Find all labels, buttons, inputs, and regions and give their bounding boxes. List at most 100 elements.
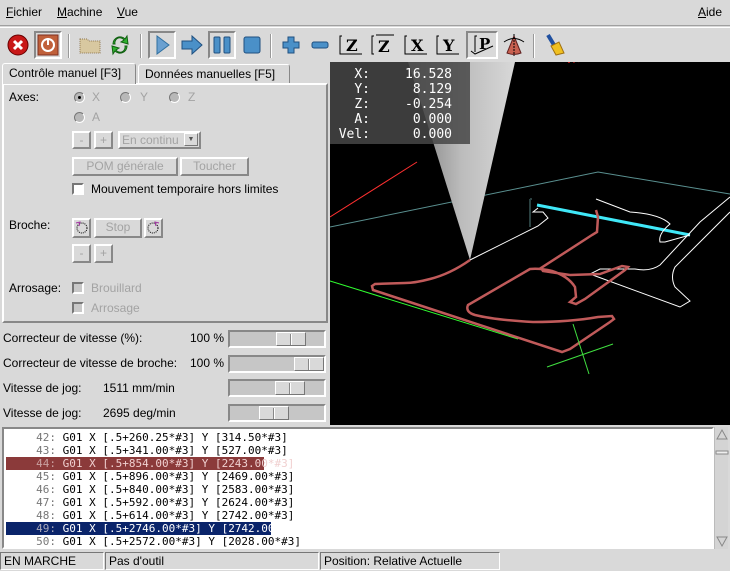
home-all-button[interactable]: POM générale (72, 157, 178, 176)
dro-axis: A: (354, 112, 370, 127)
spindle-override-slider[interactable] (228, 355, 326, 373)
menu-aide[interactable]: Aide (698, 5, 722, 19)
open-file-button[interactable] (76, 31, 104, 59)
pause-icon (213, 36, 231, 54)
rotate-view-button[interactable] (500, 31, 528, 59)
dro-axis: Z: (354, 97, 370, 112)
origin-marker-y (572, 323, 590, 375)
mist-checkbox[interactable] (72, 282, 84, 294)
override-limits-checkbox[interactable] (72, 183, 84, 195)
scrollbar-graphics (715, 428, 729, 548)
feed-override-slider[interactable] (228, 330, 326, 348)
view-z-button[interactable]: Z (337, 31, 365, 59)
slider-thumb[interactable] (294, 357, 324, 371)
jog-plus-button[interactable]: + (94, 131, 113, 149)
slider-thumb[interactable] (274, 381, 305, 395)
dro-row-vel: Vel: 0.000 (332, 127, 452, 142)
gcode-line-text: G01 X [.5+341.00*#3] Y [527.00*#3] (62, 444, 288, 457)
zoom-in-button[interactable] (277, 31, 305, 59)
status-bar: EN MARCHE Pas d'outil Position: Relative… (0, 551, 730, 571)
toolpath-preview-3d[interactable]: X: 16.528 Y: 8.129 Z: -0.254 A: 0.000 Vel: 0.… (330, 62, 730, 425)
gcode-line-number: 45: (36, 470, 56, 483)
gcode-line-executing[interactable]: 44: G01 X [.5+854.00*#3] Y [2243.00*#3] (6, 457, 294, 470)
tab-mdi[interactable]: Données manuelles [F5] (138, 64, 290, 84)
jog-speed-label: Vitesse de jog: (3, 381, 82, 395)
jog-speed-slider[interactable] (228, 379, 326, 397)
flood-checkbox[interactable] (72, 302, 84, 314)
axis-y-radio[interactable] (120, 92, 131, 103)
view-z-rotated-button[interactable]: Z (369, 31, 397, 59)
spindle-stop-button[interactable]: Stop (94, 218, 142, 238)
spindle-cw-button[interactable] (144, 218, 163, 238)
stop-button[interactable] (238, 31, 266, 59)
manual-control-panel: Axes: X Y Z A - + En continu ▼ POM génér… (2, 83, 328, 323)
view-y-button[interactable]: Y (434, 31, 462, 59)
svg-text:Y: Y (442, 36, 455, 55)
machine-power-button[interactable] (34, 31, 62, 59)
clear-backplot-button[interactable] (540, 31, 568, 59)
slider-thumb[interactable] (258, 406, 289, 420)
gcode-line-number: 48: (36, 509, 56, 522)
gcode-line[interactable]: 42: G01 X [.5+260.25*#3] Y [314.50*#3] (6, 431, 288, 444)
jog-minus-button[interactable]: - (72, 131, 91, 149)
view-p-button[interactable]: P (466, 31, 498, 59)
spindle-ccw-button[interactable] (72, 218, 91, 238)
tab-label: Contrôle manuel [F3] (9, 66, 122, 80)
gcode-line[interactable]: 48: G01 X [.5+614.00*#3] Y [2742.00*#3] (6, 509, 294, 522)
menu-mnemonic: A (698, 5, 707, 19)
folder-icon (79, 38, 101, 54)
pause-button[interactable] (208, 31, 236, 59)
view-p-icon: P (470, 35, 494, 55)
gcode-line-text: G01 X [.5+854.00*#3] Y [2243.00*#3] (62, 457, 295, 470)
zoom-out-button[interactable] (306, 31, 334, 59)
reload-icon (111, 34, 129, 56)
angular-jog-speed-slider[interactable] (228, 404, 326, 422)
gcode-line-text: G01 X [.5+260.25*#3] Y [314.50*#3] (62, 431, 288, 444)
gcode-line-number: 43: (36, 444, 56, 457)
gcode-line[interactable]: 45: G01 X [.5+896.00*#3] Y [2469.00*#3] (6, 470, 294, 483)
menu-fichier[interactable]: Fichier (6, 5, 42, 19)
menu-machine[interactable]: Machine (57, 5, 102, 19)
chevron-down-icon[interactable]: ▼ (184, 133, 198, 146)
spindle-label: Broche: (9, 218, 51, 232)
menu-label: achine (67, 5, 103, 19)
run-button[interactable] (148, 31, 176, 59)
menu-label: ue (124, 5, 138, 19)
stop-icon (243, 36, 261, 54)
axis-z-radio[interactable] (169, 92, 180, 103)
jog-increment-select[interactable]: En continu ▼ (118, 131, 201, 149)
slider-thumb[interactable] (276, 332, 307, 346)
estop-button[interactable] (4, 31, 32, 59)
axes-label: Axes: (9, 90, 40, 104)
tab-manual-control[interactable]: Contrôle manuel [F3] (2, 63, 136, 84)
step-button[interactable] (178, 31, 206, 59)
gcode-line[interactable]: 47: G01 X [.5+592.00*#3] Y [2624.00*#3] (6, 496, 294, 509)
machine-state: EN MARCHE (0, 552, 104, 570)
power-icon (37, 34, 59, 56)
jog-speed-value: 1511 mm/min (103, 381, 175, 395)
gcode-line[interactable]: 46: G01 X [.5+840.00*#3] Y [2583.00*#3] (6, 483, 294, 496)
touch-off-button[interactable]: Toucher (180, 157, 249, 176)
axis-a-radio[interactable] (74, 112, 85, 123)
view-x-button[interactable]: X (402, 31, 430, 59)
gcode-scrollbar[interactable] (714, 427, 729, 549)
menu-vue[interactable]: Vue (117, 5, 138, 19)
gcode-listing[interactable]: 42: G01 X [.5+260.25*#3] Y [314.50*#3] 43… (2, 427, 714, 549)
view-y-icon: Y (436, 35, 459, 55)
scroll-up-icon[interactable] (716, 428, 728, 440)
dro-axis: Vel: (338, 127, 370, 142)
spindle-faster-button[interactable]: + (94, 244, 113, 263)
dro-value: -0.254 (405, 97, 452, 112)
gcode-line[interactable]: 43: G01 X [.5+341.00*#3] Y [527.00*#3] (6, 444, 288, 457)
reload-button[interactable] (106, 31, 134, 59)
axis-x-radio[interactable] (74, 92, 85, 103)
gcode-line-text: G01 X [.5+614.00*#3] Y [2742.00*#3] (62, 509, 295, 522)
scroll-down-icon[interactable] (716, 536, 728, 548)
scroll-thumb[interactable] (715, 450, 729, 455)
gcode-line-selected[interactable]: 49: G01 X [.5+2746.00*#3] Y [2742.00*#3] (6, 522, 301, 535)
gcode-line-number: 49: (36, 522, 56, 535)
gcode-line-text: G01 X [.5+2572.00*#3] Y [2028.00*#3] (62, 535, 302, 548)
position-mode: Position: Relative Actuelle (320, 552, 500, 570)
gcode-line[interactable]: 50: G01 X [.5+2572.00*#3] Y [2028.00*#3] (6, 535, 302, 548)
spindle-slower-button[interactable]: - (72, 244, 91, 263)
